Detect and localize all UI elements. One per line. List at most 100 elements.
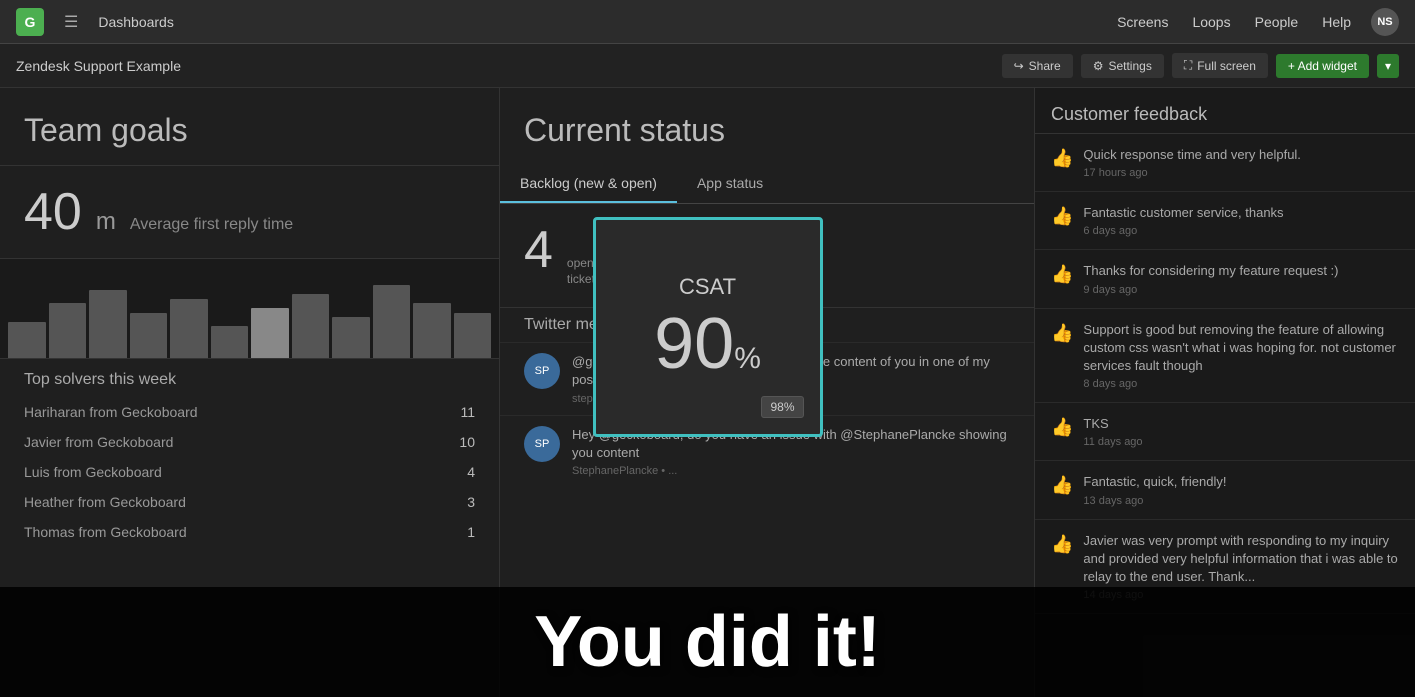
chart-bar xyxy=(454,313,492,359)
chart-bar xyxy=(89,290,127,358)
app-logo: G xyxy=(16,8,44,36)
feedback-time: 6 days ago xyxy=(1083,225,1283,237)
solver-row: Thomas from Geckoboard 1 xyxy=(0,517,499,547)
tweet-meta: StephanePlancke • ... xyxy=(572,465,1010,477)
chart-bar xyxy=(292,294,330,358)
chart-bar xyxy=(211,326,249,358)
top-nav: G ☰ Dashboards Screens Loops People Help… xyxy=(0,0,1415,44)
solver-count: 3 xyxy=(467,494,475,510)
chart-bar xyxy=(332,317,370,358)
fullscreen-icon: ⛶ xyxy=(1184,58,1192,73)
tab-app-status[interactable]: App status xyxy=(677,165,783,203)
solver-row: Hariharan from Geckoboard 11 xyxy=(0,397,499,427)
status-value: 4 xyxy=(524,224,553,276)
csat-metric: 90 % xyxy=(654,308,761,380)
hamburger-icon[interactable]: ☰ xyxy=(64,12,78,32)
feedback-item: 👍 Fantastic, quick, friendly! 13 days ag… xyxy=(1035,461,1415,519)
nav-title: Dashboards xyxy=(98,14,174,30)
feedback-text: Javier was very prompt with responding t… xyxy=(1083,532,1399,587)
solver-count: 4 xyxy=(467,464,475,480)
metric-label: Average first reply time xyxy=(130,216,293,234)
csat-value: 90 xyxy=(654,308,734,380)
solver-name: Thomas from Geckoboard xyxy=(24,524,187,540)
feedback-text: Thanks for considering my feature reques… xyxy=(1083,262,1338,280)
team-goals-header: Team goals xyxy=(0,88,499,165)
chart-bar xyxy=(251,308,289,358)
solver-name: Luis from Geckoboard xyxy=(24,464,162,480)
solver-count: 10 xyxy=(459,434,475,450)
solver-name: Hariharan from Geckoboard xyxy=(24,404,198,420)
feedback-time: 17 hours ago xyxy=(1083,167,1301,179)
thumbsup-icon: 👍 xyxy=(1051,148,1073,179)
solver-row: Javier from Geckoboard 10 xyxy=(0,427,499,457)
fullscreen-button[interactable]: ⛶ Full screen xyxy=(1172,53,1268,78)
csat-percent: % xyxy=(734,342,761,376)
add-widget-button[interactable]: + Add widget xyxy=(1276,54,1369,78)
avatar[interactable]: NS xyxy=(1371,8,1399,36)
thumbsup-icon: 👍 xyxy=(1051,264,1073,295)
csat-badge: 98% xyxy=(761,396,803,418)
feedback-time: 8 days ago xyxy=(1083,378,1399,390)
nav-link-loops[interactable]: Loops xyxy=(1192,14,1230,30)
team-goals-title: Team goals xyxy=(24,112,475,149)
nav-links: Screens Loops People Help xyxy=(1117,14,1351,30)
chart-bar xyxy=(170,299,208,358)
feedback-header: Customer feedback xyxy=(1035,88,1415,134)
tweet-avatar: SP xyxy=(524,353,560,389)
current-status-header: Current status xyxy=(500,88,1034,165)
nav-link-people[interactable]: People xyxy=(1255,14,1299,30)
settings-label: Settings xyxy=(1108,59,1151,73)
chart-bar xyxy=(8,322,46,358)
solver-row: Heather from Geckoboard 3 xyxy=(0,487,499,517)
feedback-text: Quick response time and very helpful. xyxy=(1083,146,1301,164)
feedback-item: 👍 Thanks for considering my feature requ… xyxy=(1035,250,1415,308)
solver-name: Javier from Geckoboard xyxy=(24,434,173,450)
chart-area xyxy=(0,258,499,358)
tab-backlog[interactable]: Backlog (new & open) xyxy=(500,165,677,203)
feedback-time: 9 days ago xyxy=(1083,284,1338,296)
thumbsup-icon: 👍 xyxy=(1051,417,1073,448)
feedback-item: 👍 Quick response time and very helpful. … xyxy=(1035,134,1415,192)
settings-button[interactable]: ⚙ Settings xyxy=(1081,54,1164,78)
solver-name: Heather from Geckoboard xyxy=(24,494,186,510)
nav-link-screens[interactable]: Screens xyxy=(1117,14,1168,30)
feedback-text: Fantastic, quick, friendly! xyxy=(1083,473,1226,491)
add-widget-dropdown[interactable]: ▾ xyxy=(1377,54,1399,78)
chart-bars xyxy=(0,259,499,358)
feedback-item: 👍 Support is good but removing the featu… xyxy=(1035,309,1415,404)
chart-bar xyxy=(49,303,87,358)
settings-icon: ⚙ xyxy=(1093,59,1104,73)
feedback-text: Fantastic customer service, thanks xyxy=(1083,204,1283,222)
feedback-item: 👍 TKS 11 days ago xyxy=(1035,403,1415,461)
feedback-item: 👍 Fantastic customer service, thanks 6 d… xyxy=(1035,192,1415,250)
fullscreen-label: Full screen xyxy=(1197,59,1256,73)
chart-bar xyxy=(130,313,168,359)
nav-link-help[interactable]: Help xyxy=(1322,14,1351,30)
solver-count: 1 xyxy=(467,524,475,540)
dashboard-bar: Zendesk Support Example ↪ Share ⚙ Settin… xyxy=(0,44,1415,88)
tab-bar: Backlog (new & open) App status xyxy=(500,165,1034,204)
feedback-text: TKS xyxy=(1083,415,1142,433)
feedback-time: 11 days ago xyxy=(1083,436,1142,448)
csat-overlay: CSAT 90 % 98% xyxy=(593,217,823,437)
dashboard-title: Zendesk Support Example xyxy=(16,58,1002,74)
thumbsup-icon: 👍 xyxy=(1051,323,1073,391)
share-button[interactable]: ↪ Share xyxy=(1002,54,1073,78)
chart-bar xyxy=(413,303,451,358)
share-label: Share xyxy=(1029,59,1061,73)
tweet-avatar: SP xyxy=(524,426,560,462)
solver-row: Luis from Geckoboard 4 xyxy=(0,457,499,487)
metric-unit: m xyxy=(96,208,116,236)
metric-value: 40 xyxy=(24,186,82,238)
current-status-title: Current status xyxy=(524,112,1010,149)
you-did-it-overlay: You did it! xyxy=(0,587,1415,697)
thumbsup-icon: 👍 xyxy=(1051,206,1073,237)
feedback-text: Support is good but removing the feature… xyxy=(1083,321,1399,376)
feedback-time: 13 days ago xyxy=(1083,495,1226,507)
top-solvers-title: Top solvers this week xyxy=(0,358,499,397)
thumbsup-icon: 👍 xyxy=(1051,475,1073,506)
you-did-it-text: You did it! xyxy=(534,601,881,683)
metric-row: 40 m Average first reply time xyxy=(0,166,499,258)
solver-count: 11 xyxy=(460,404,475,420)
dashboard-actions: ↪ Share ⚙ Settings ⛶ Full screen + Add w… xyxy=(1002,53,1399,78)
